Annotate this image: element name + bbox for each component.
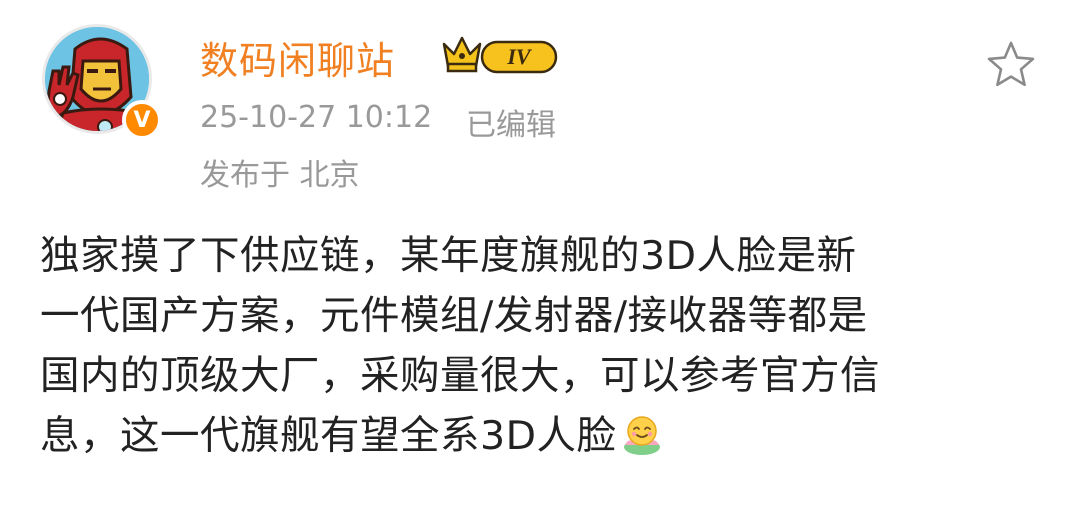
post-body-line: 一代国产方案，元件模组/发射器/接收器等都是 — [40, 293, 868, 339]
post-body-line: 国内的顶级大厂，采购量很大，可以参考官方信 — [40, 353, 880, 399]
post-body-line-text: 息，这一代旗舰有望全系3D人脸 — [40, 413, 617, 459]
post-body-line: 独家摸了下供应链，某年度旗舰的3D人脸是新 — [40, 233, 857, 279]
level-badge: IV — [442, 36, 558, 74]
level-badge-text: IV — [506, 44, 533, 69]
verified-v-badge-icon: V — [122, 100, 162, 140]
post-timestamp: 25-10-27 10:12 — [200, 100, 433, 135]
favorite-button[interactable] — [984, 38, 1038, 92]
crown-icon — [442, 36, 482, 73]
post-location: 发布于 北京 — [200, 158, 360, 193]
username[interactable]: 数码闲聊站 — [200, 30, 395, 85]
edited-label: 已编辑 — [466, 108, 556, 143]
post-body: 独家摸了下供应链，某年度旗舰的3D人脸是新 一代国产方案，元件模组/发射器/接收… — [40, 226, 1050, 466]
star-outline-icon — [987, 41, 1035, 87]
smiling-lotus-emoji-icon — [623, 416, 660, 455]
post-body-line-last: 息，这一代旗舰有望全系3D人脸 — [40, 406, 1050, 466]
